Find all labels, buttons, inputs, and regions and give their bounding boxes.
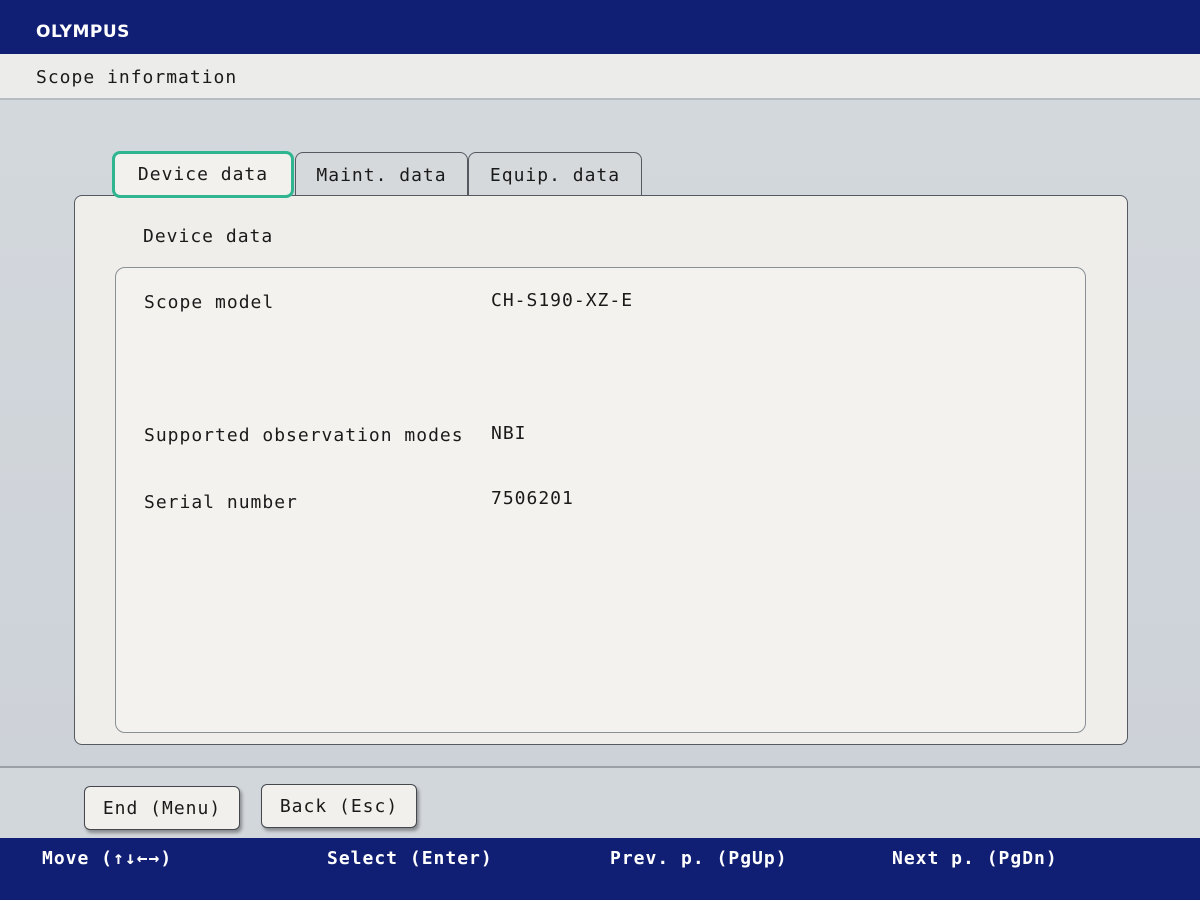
next-page-hint: Next p. (PgDn) [892, 848, 1058, 869]
scope-model-value: CH-S190-XZ-E [491, 290, 634, 311]
select-hint: Select (Enter) [327, 848, 493, 869]
key-hint-bar: Move (↑↓←→) Select (Enter) Prev. p. (PgU… [0, 838, 1200, 900]
serial-number-label: Serial number [144, 492, 298, 513]
prev-page-hint: Prev. p. (PgUp) [610, 848, 788, 869]
move-hint: Move (↑↓←→) [42, 848, 173, 869]
tab-device-data[interactable]: Device data [112, 151, 294, 198]
title-bar: Scope information [0, 54, 1200, 100]
page-title: Scope information [36, 67, 238, 88]
end-menu-button[interactable]: End (Menu) [84, 786, 240, 830]
device-data-box: Scope model CH-S190-XZ-E Supported obser… [115, 267, 1086, 733]
observation-modes-value: NBI [491, 423, 527, 444]
device-data-panel: Device data Scope model CH-S190-XZ-E Sup… [74, 195, 1128, 745]
tab-equip-data[interactable]: Equip. data [468, 152, 642, 198]
tab-label: Equip. data [489, 165, 621, 186]
serial-number-value: 7506201 [491, 488, 574, 509]
tab-maint-data[interactable]: Maint. data [295, 152, 468, 198]
tab-label: Device data [137, 164, 269, 185]
panel-heading: Device data [143, 226, 274, 247]
brand-logo: OLYMPUS [36, 22, 130, 42]
observation-modes-label: Supported observation modes [144, 425, 464, 446]
scope-model-label: Scope model [144, 292, 275, 313]
top-bar: OLYMPUS [0, 0, 1200, 54]
tab-label: Maint. data [316, 165, 447, 186]
back-esc-button[interactable]: Back (Esc) [261, 784, 417, 828]
